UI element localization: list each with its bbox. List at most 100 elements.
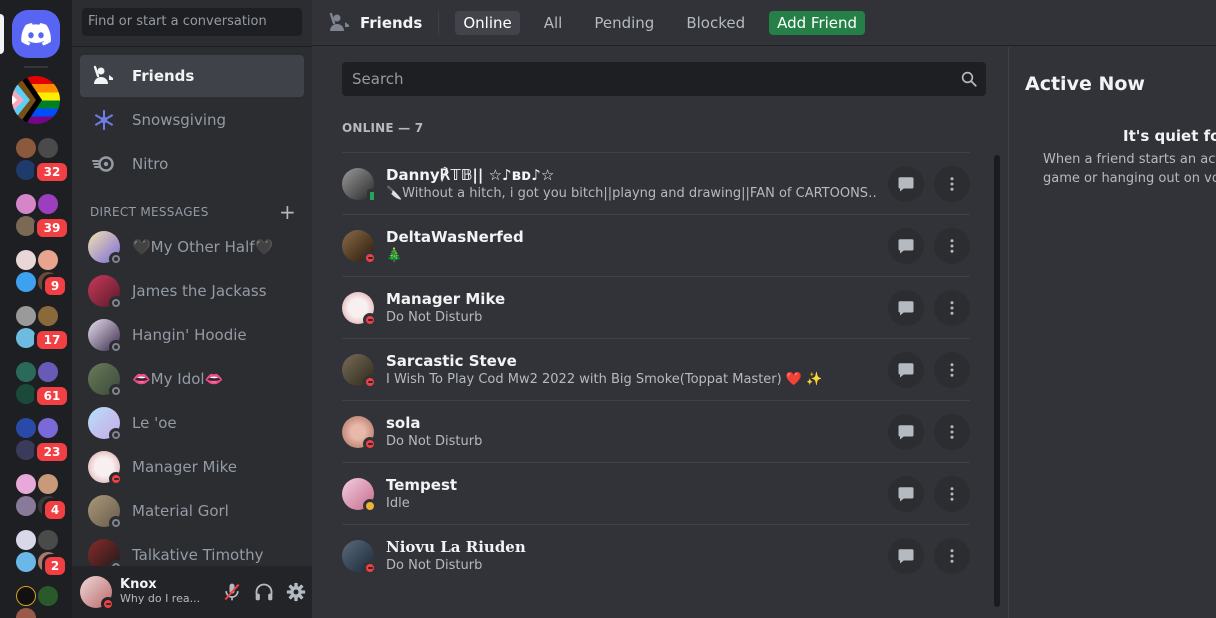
friend-row[interactable]: sola Do Not Disturb <box>342 400 970 462</box>
server-folder[interactable]: 2 <box>12 528 68 578</box>
user-avatar[interactable] <box>80 576 115 611</box>
server-rail: 32 39 9 17 61 23 4 2 <box>0 0 72 618</box>
dm-name: Talkative Timothy <box>132 546 264 564</box>
server-folder[interactable]: 9 <box>12 248 68 298</box>
friend-status-text: 🎄 <box>386 247 403 263</box>
user-info[interactable]: Knox Why do I rea... <box>120 578 200 606</box>
more-vertical-icon <box>950 424 954 439</box>
sidebar-item-snowsgiving[interactable]: Snowsgiving <box>80 99 304 141</box>
mention-badge: 32 <box>34 160 70 184</box>
username: Knox <box>120 577 157 592</box>
sidebar-item-friends[interactable]: Friends <box>80 55 304 97</box>
server-folder[interactable]: 4 <box>12 472 68 522</box>
status-offline-icon <box>109 384 123 398</box>
dm-item[interactable]: James the Jackass <box>80 270 304 312</box>
more-vertical-icon <box>950 486 954 501</box>
page-title-label: Friends <box>360 13 423 32</box>
add-friend-button[interactable]: Add Friend <box>769 10 866 35</box>
server-folder[interactable] <box>12 584 60 618</box>
settings-button[interactable] <box>280 576 312 608</box>
message-button[interactable] <box>888 165 924 202</box>
friend-name: 𝐍𝐢𝐨𝐯𝐮 𝐋𝐚 𝐑𝐢𝐮𝐝𝐞𝐧 <box>386 537 526 556</box>
more-button[interactable] <box>934 227 970 264</box>
server-folder[interactable]: 61 <box>12 360 70 408</box>
status-idle-icon <box>363 498 377 513</box>
avatar <box>88 407 123 442</box>
more-vertical-icon <box>950 362 954 377</box>
friend-name: Sarcastic Steve <box>386 351 517 370</box>
status-offline-icon <box>109 252 123 266</box>
server-folder[interactable]: 32 <box>12 136 70 184</box>
tab-pending[interactable]: Pending <box>586 11 662 35</box>
message-button[interactable] <box>888 413 924 450</box>
dm-item[interactable]: Material Gorl <box>80 490 304 532</box>
microphone-muted-icon <box>224 583 240 601</box>
friend-row[interactable]: Tempest Idle <box>342 462 970 524</box>
custom-status: Why do I rea... <box>120 592 200 605</box>
more-button[interactable] <box>934 413 970 450</box>
friend-status-text: Do Not Disturb <box>386 433 483 449</box>
dm-item[interactable]: 👄My Idol👄 <box>80 358 304 400</box>
server-folder[interactable]: 17 <box>12 304 70 352</box>
snowflake-icon <box>92 108 116 132</box>
more-button[interactable] <box>934 351 970 388</box>
message-button[interactable] <box>888 475 924 512</box>
server-pride[interactable] <box>12 76 60 124</box>
tab-online[interactable]: Online <box>455 10 520 35</box>
discord-app: 32 39 9 17 61 23 4 2 Find or start a con… <box>0 0 1216 618</box>
friends-scrollbar[interactable] <box>994 155 1000 607</box>
dm-item[interactable]: 🖤My Other Half🖤 <box>80 226 304 268</box>
active-now-desc-line: When a friend starts an activity—like pl… <box>1043 152 1216 167</box>
friend-name: DeltaWasNerfed <box>386 227 524 246</box>
gear-icon <box>286 582 306 602</box>
friend-name: sola <box>386 413 421 432</box>
friend-row[interactable]: DeltaWasNerfed 🎄 <box>342 214 970 276</box>
friend-status-text: 🔪Without a hitch, i got you bitch||playn… <box>386 185 878 201</box>
mention-badge: 17 <box>34 328 70 352</box>
friend-search-input[interactable]: Search <box>342 62 986 96</box>
find-conversation-input[interactable]: Find or start a conversation <box>82 8 302 36</box>
tab-blocked[interactable]: Blocked <box>678 11 753 35</box>
sidebar-item-nitro[interactable]: Nitro <box>80 143 304 185</box>
more-button[interactable] <box>934 289 970 326</box>
avatar <box>342 539 377 575</box>
message-button[interactable] <box>888 537 924 574</box>
active-now-panel: Active Now It's quiet for now... When a … <box>1008 47 1216 618</box>
friends-list-panel: Search ONLINE — 7 Danny℟𝕋𝔹|| ☆♪ʙᴅ♪☆ 🔪Wit… <box>312 47 1008 618</box>
server-folder[interactable]: 23 <box>12 416 70 464</box>
more-vertical-icon <box>950 238 954 253</box>
more-button[interactable] <box>934 537 970 574</box>
home-button[interactable] <box>12 10 60 58</box>
dm-item[interactable]: Le 'oe <box>80 402 304 444</box>
status-dnd-icon <box>363 436 377 451</box>
more-button[interactable] <box>934 165 970 202</box>
friend-row[interactable]: Manager Mike Do Not Disturb <box>342 276 970 338</box>
search-icon <box>961 71 977 87</box>
status-dnd-icon <box>363 250 377 265</box>
create-dm-button[interactable]: + <box>279 202 296 222</box>
nitro-icon <box>92 152 116 176</box>
tab-all[interactable]: All <box>536 11 571 35</box>
dm-sidebar: Find or start a conversation Friends Sno… <box>72 0 312 618</box>
page-title: Friends <box>328 11 422 35</box>
friend-row[interactable]: Sarcastic Steve I Wish To Play Cod Mw2 2… <box>342 338 970 400</box>
message-button[interactable] <box>888 227 924 264</box>
dm-header-label: DIRECT MESSAGES <box>90 205 209 219</box>
dm-item[interactable]: Manager Mike <box>80 446 304 488</box>
dm-name: Manager Mike <box>132 458 238 476</box>
friend-row[interactable]: 𝐍𝐢𝐨𝐯𝐮 𝐋𝐚 𝐑𝐢𝐮𝐝𝐞𝐧 Do Not Disturb <box>342 524 970 586</box>
server-folder[interactable]: 39 <box>12 192 70 240</box>
status-mobile-icon <box>367 188 377 203</box>
dm-name: Le 'oe <box>132 414 177 432</box>
deafen-button[interactable] <box>248 576 280 608</box>
mute-button[interactable] <box>216 576 248 608</box>
message-button[interactable] <box>888 289 924 326</box>
friend-row[interactable]: Danny℟𝕋𝔹|| ☆♪ʙᴅ♪☆ 🔪Without a hitch, i go… <box>342 152 970 214</box>
dm-item[interactable]: Hangin' Hoodie <box>80 314 304 356</box>
mention-badge: 61 <box>34 384 70 408</box>
more-button[interactable] <box>934 475 970 512</box>
message-button[interactable] <box>888 351 924 388</box>
friend-status-text: Do Not Disturb <box>386 557 483 573</box>
avatar <box>88 231 123 266</box>
user-panel: Knox Why do I rea... <box>72 566 312 618</box>
